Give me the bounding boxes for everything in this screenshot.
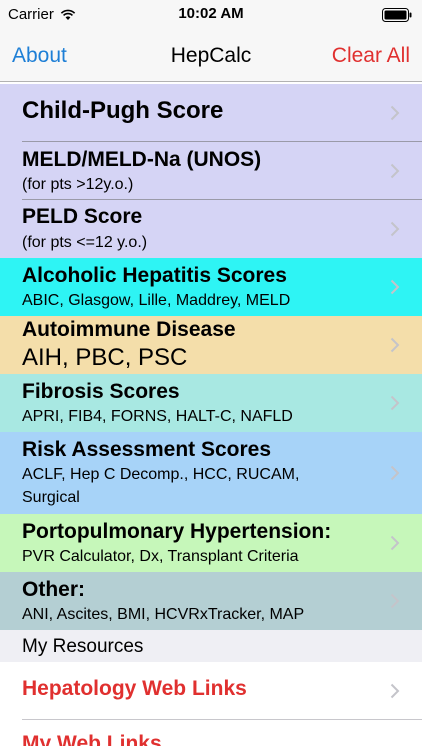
chevron-right-icon <box>390 535 400 551</box>
list-item-subtitle: (for pts <=12 y.o.) <box>22 234 148 251</box>
list-item-subtitle: AIH, PBC, PSC <box>22 344 188 371</box>
list-item-title: MELD/MELD-Na (UNOS) <box>22 148 262 171</box>
list-item-child-pugh[interactable]: Child-Pugh Score <box>0 84 422 142</box>
section-header-label: My Resources <box>22 636 144 657</box>
list-item-title: My Web Links <box>22 732 162 746</box>
chevron-right-icon <box>390 221 400 237</box>
list-item-title: Other: <box>22 578 85 601</box>
chevron-right-icon <box>390 465 400 481</box>
list-item-subtitle: ACLF, Hep C Decomp., HCC, RUCAM, <box>22 466 300 483</box>
list-item-title: Fibrosis Scores <box>22 380 180 403</box>
chevron-right-icon <box>390 163 400 179</box>
list-item-portopulmonary[interactable]: Portopulmonary Hypertension: PVR Calcula… <box>0 514 422 572</box>
calculator-list: Child-Pugh Score MELD/MELD-Na (UNOS) (fo… <box>0 84 422 746</box>
list-item-alcoholic-hepatitis[interactable]: Alcoholic Hepatitis Scores ABIC, Glasgow… <box>0 258 422 316</box>
list-item-title: PELD Score <box>22 205 143 228</box>
list-item-my-web-links[interactable]: My Web Links <box>0 720 422 746</box>
list-item-other[interactable]: Other: ANI, Ascites, BMI, HCVRxTracker, … <box>0 572 422 630</box>
list-item-title: Child-Pugh Score <box>22 97 224 124</box>
list-item-peld[interactable]: PELD Score (for pts <=12 y.o.) <box>0 200 422 258</box>
chevron-right-icon <box>390 395 400 411</box>
status-bar: Carrier 10:02 AM <box>0 0 422 30</box>
list-item-subtitle: (for pts >12y.o.) <box>22 176 134 193</box>
section-header-my-resources: My Resources <box>0 630 422 662</box>
list-item-hepatology-web-links[interactable]: Hepatology Web Links <box>0 662 422 720</box>
chevron-right-icon <box>390 337 400 353</box>
list-item-title: Alcoholic Hepatitis Scores <box>22 264 287 287</box>
list-item-subtitle: ABIC, Glasgow, Lille, Maddrey, MELD <box>22 292 291 309</box>
list-item-title: Hepatology Web Links <box>22 677 247 700</box>
list-item-subtitle: APRI, FIB4, FORNS, HALT-C, NAFLD <box>22 408 293 425</box>
list-item-title: Autoimmune Disease <box>22 318 236 341</box>
clear-all-button[interactable]: Clear All <box>332 44 410 68</box>
list-item-fibrosis[interactable]: Fibrosis Scores APRI, FIB4, FORNS, HALT-… <box>0 374 422 432</box>
list-item-title: Risk Assessment Scores <box>22 438 272 461</box>
navigation-bar: About HepCalc Clear All <box>0 30 422 82</box>
battery-icon <box>382 8 412 22</box>
chevron-right-icon <box>390 683 400 699</box>
list-item-subtitle: PVR Calculator, Dx, Transplant Criteria <box>22 548 299 565</box>
chevron-right-icon <box>390 105 400 121</box>
chevron-right-icon <box>390 593 400 609</box>
list-item-meld[interactable]: MELD/MELD-Na (UNOS) (for pts >12y.o.) <box>0 142 422 200</box>
list-item-subtitle-line-2: Surgical <box>22 489 80 506</box>
chevron-right-icon <box>390 279 400 295</box>
status-time: 10:02 AM <box>178 5 244 22</box>
list-item-risk-assessment[interactable]: Risk Assessment Scores ACLF, Hep C Decom… <box>0 432 422 514</box>
list-item-subtitle: ANI, Ascites, BMI, HCVRxTracker, MAP <box>22 606 305 623</box>
list-item-title: Portopulmonary Hypertension: <box>22 520 332 543</box>
list-item-autoimmune[interactable]: Autoimmune Disease AIH, PBC, PSC <box>0 316 422 374</box>
